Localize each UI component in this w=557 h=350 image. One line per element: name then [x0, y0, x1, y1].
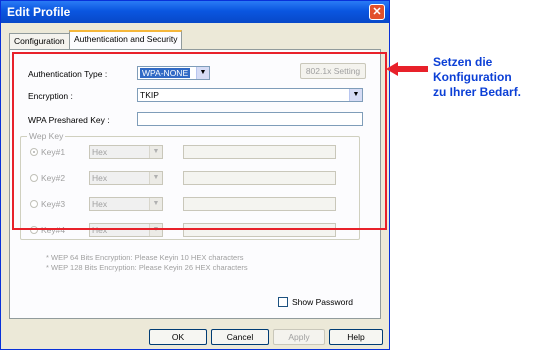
tab-configuration[interactable]: Configuration [9, 33, 70, 49]
close-icon: ✕ [372, 6, 382, 18]
show-password-label: Show Password [292, 297, 353, 307]
annotation-line-3: zu Ihrer Bedarf. [433, 85, 522, 99]
tab-authentication-security-label: Authentication and Security [74, 34, 178, 44]
apply-button-label: Apply [288, 332, 310, 342]
ok-button[interactable]: OK [149, 329, 207, 345]
window-title: Edit Profile [7, 5, 71, 19]
title-bar: Edit Profile ✕ [1, 1, 389, 23]
cancel-button-label: Cancel [226, 332, 254, 342]
wep128-note: * WEP 128 Bits Encryption: Please Keyin … [46, 263, 248, 272]
apply-button[interactable]: Apply [273, 329, 325, 345]
annotation-line-1: Setzen die [433, 55, 493, 69]
highlight-box [12, 52, 387, 230]
ok-button-label: OK [171, 332, 185, 342]
show-password-checkbox[interactable] [278, 297, 288, 307]
tab-authentication-security[interactable]: Authentication and Security [69, 30, 183, 50]
left-arrow-icon [386, 62, 428, 76]
help-button-label: Help [347, 332, 365, 342]
wep64-note: * WEP 64 Bits Encryption: Please Keyin 1… [46, 253, 244, 262]
cancel-button[interactable]: Cancel [211, 329, 269, 345]
help-button[interactable]: Help [329, 329, 383, 345]
annotation-line-2: Konfiguration [433, 70, 512, 84]
tab-configuration-label: Configuration [14, 36, 65, 46]
close-button[interactable]: ✕ [369, 4, 385, 20]
annotation-text: Setzen die Konfiguration zu Ihrer Bedarf… [433, 55, 521, 100]
